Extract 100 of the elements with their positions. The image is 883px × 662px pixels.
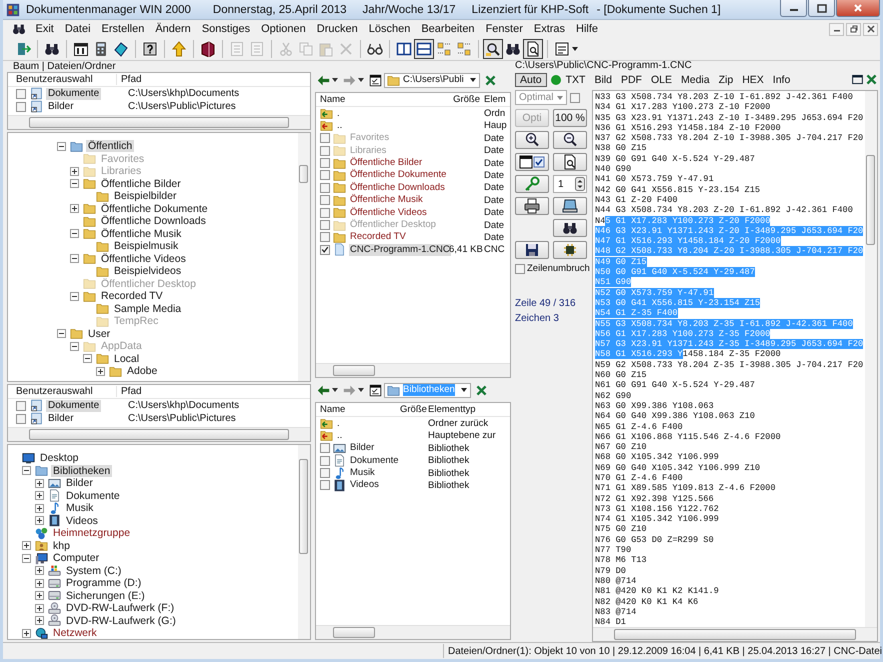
close-button[interactable]	[836, 0, 880, 17]
up-arrow-button[interactable]	[169, 39, 189, 59]
tree-item[interactable]: Sicherungen (E:)	[64, 590, 147, 602]
checkbox[interactable]	[320, 146, 330, 156]
checkbox[interactable]	[320, 170, 330, 180]
list-item[interactable]: Bilder	[46, 412, 76, 424]
file-name[interactable]: Öffentliche Downloads	[349, 182, 446, 194]
path-combobox[interactable]: C:\Users\Publi	[384, 72, 480, 88]
checkbox[interactable]	[515, 264, 525, 274]
tree-item[interactable]: Öffentliche Musik	[99, 228, 184, 240]
tree-item[interactable]: Bilder	[64, 477, 95, 490]
column-header[interactable]: Pfad	[117, 386, 142, 397]
zoom-select[interactable]: Optimal	[515, 90, 567, 105]
expand-icon[interactable]	[35, 504, 44, 513]
close-button[interactable]	[863, 22, 878, 36]
column-header[interactable]: Benutzerauswahl	[8, 386, 117, 397]
menu-item[interactable]: Drucken	[311, 23, 364, 35]
zoom-button[interactable]: 100 %	[553, 109, 587, 127]
tree-item[interactable]: Sample Media	[112, 302, 184, 315]
checkbox[interactable]	[16, 102, 26, 112]
expand-icon[interactable]	[35, 604, 44, 613]
file-name[interactable]: ..	[336, 430, 344, 442]
checkbox[interactable]	[16, 414, 26, 424]
document-search-button[interactable]	[523, 39, 543, 59]
checkbox[interactable]	[320, 133, 330, 144]
maximize-icon[interactable]	[851, 73, 864, 86]
list-item[interactable]: Dokumente	[46, 88, 102, 100]
expand-icon[interactable]	[22, 541, 31, 550]
checkbox-label[interactable]: Zeilenumbruch	[527, 263, 590, 274]
menu-item[interactable]: Fenster	[480, 23, 528, 35]
expand-icon[interactable]	[35, 566, 44, 576]
checkbox[interactable]	[320, 208, 330, 218]
tree-item[interactable]: Dokumente	[64, 490, 122, 502]
scrollbar[interactable]	[865, 91, 877, 627]
menu-item[interactable]: Hilfe	[570, 23, 604, 35]
column-header[interactable]: Pfad	[117, 74, 142, 85]
checkbox[interactable]	[320, 232, 330, 242]
back-arrow-icon[interactable]	[317, 74, 330, 86]
key-button[interactable]	[515, 175, 549, 193]
page-spinner[interactable]: 1	[553, 175, 587, 193]
checkbox[interactable]	[320, 220, 330, 230]
caret-icon[interactable]	[358, 78, 364, 82]
scanner-button[interactable]	[553, 197, 587, 215]
menu-item[interactable]: Extras	[528, 23, 571, 35]
column-header[interactable]: Elem	[482, 94, 510, 105]
expand-icon[interactable]	[35, 616, 44, 626]
checkbox[interactable]	[320, 244, 330, 255]
tree-item[interactable]: User	[86, 328, 112, 340]
checkbox[interactable]	[320, 182, 330, 193]
tree-item[interactable]: Videos	[64, 514, 100, 527]
file-name[interactable]: Öffentliche Bilder	[349, 157, 424, 170]
zoom-in-button[interactable]	[515, 131, 549, 149]
tree-item[interactable]: Local	[112, 352, 142, 365]
scrollbar[interactable]	[8, 115, 310, 129]
file-name[interactable]: Musik	[349, 467, 376, 480]
scrollbar[interactable]	[316, 363, 510, 377]
checkbox[interactable]	[320, 443, 330, 454]
tree-item[interactable]: khp	[51, 540, 72, 552]
file-name[interactable]: Bilder	[349, 442, 376, 454]
tree-item[interactable]: Öffentliche Downloads	[99, 215, 208, 228]
menu-item[interactable]: Erstellen	[96, 23, 150, 35]
menu-item[interactable]: Exit	[30, 23, 60, 35]
column-header[interactable]: Name	[316, 404, 400, 415]
expand-icon[interactable]	[35, 591, 44, 600]
tree-item[interactable]: Bibliotheken	[51, 464, 112, 477]
list-item[interactable]: Dokumente	[46, 400, 102, 412]
binoculars-icon[interactable]	[12, 22, 26, 36]
column-header[interactable]: Elementtyp	[426, 404, 510, 415]
tree-item[interactable]: Öffentliche Dokumente	[99, 202, 210, 215]
tab[interactable]: OLE	[646, 74, 676, 86]
tab[interactable]: PDF	[616, 74, 646, 86]
menu-item[interactable]: Datei	[59, 23, 96, 35]
save-button[interactable]	[515, 241, 549, 259]
expand-icon[interactable]	[22, 628, 31, 638]
expand-icon[interactable]	[70, 204, 79, 214]
expand-icon[interactable]	[35, 491, 44, 500]
file-name[interactable]: Videos	[349, 479, 380, 492]
view-toggle-button[interactable]	[515, 153, 549, 171]
maximize-button[interactable]	[808, 0, 835, 17]
checkbox[interactable]	[320, 456, 330, 466]
close-icon[interactable]	[474, 384, 488, 396]
tab[interactable]: Zip	[714, 74, 738, 86]
expand-icon[interactable]	[96, 366, 105, 376]
tree-item[interactable]: Beispielvideos	[112, 265, 184, 278]
menu-item[interactable]: Löschen	[363, 23, 416, 35]
collapse-icon[interactable]	[83, 354, 92, 364]
list-item[interactable]: Bilder	[46, 100, 76, 112]
file-name[interactable]: Recorded TV	[349, 231, 407, 244]
properties-icon[interactable]	[369, 384, 382, 396]
tree-item[interactable]: Beispielbilder	[112, 190, 178, 202]
checkbox[interactable]	[16, 400, 26, 410]
close-icon[interactable]	[865, 73, 878, 86]
scrollbar[interactable]	[298, 133, 310, 381]
column-header[interactable]: Größe	[449, 94, 482, 105]
collapse-icon[interactable]	[70, 292, 79, 301]
minimize-button[interactable]	[780, 0, 807, 17]
tab[interactable]: TXT	[562, 74, 590, 86]
restore-button[interactable]	[846, 22, 861, 36]
expand-icon[interactable]	[35, 478, 44, 488]
collapse-icon[interactable]	[22, 554, 31, 563]
